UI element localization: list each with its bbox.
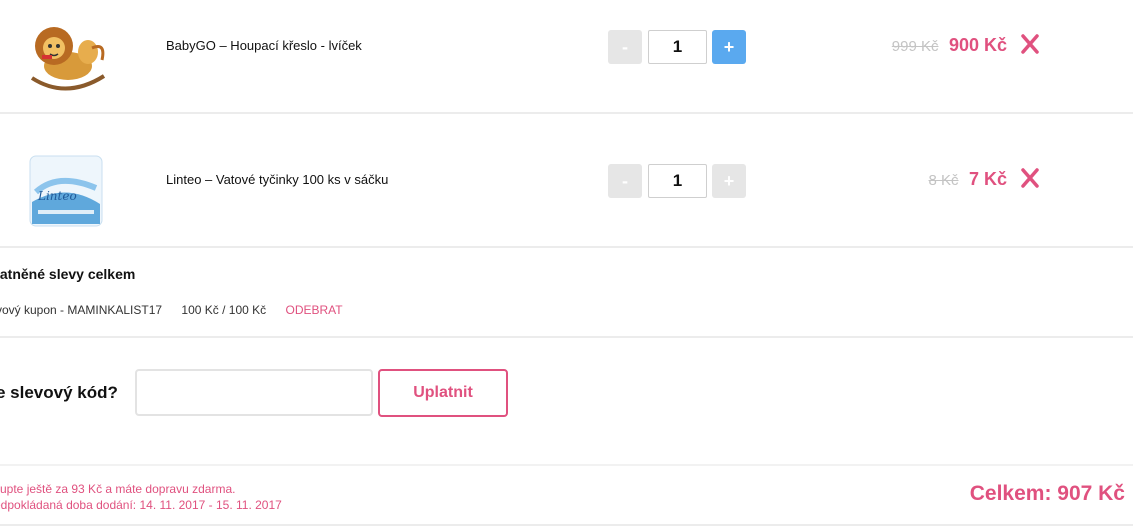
close-x-icon	[1021, 34, 1039, 54]
free-shipping-note: kupte ještě za 93 Kč a máte dopravu zdar…	[0, 482, 236, 496]
svg-text:Linteo: Linteo	[37, 189, 77, 203]
original-price: 999 Kč	[891, 38, 939, 55]
product-name[interactable]: Linteo – Vatové tyčinky 100 ks v sáčku	[166, 172, 388, 187]
discounts-title: latněné slevy celkem	[0, 266, 136, 282]
remove-item-button[interactable]	[1020, 32, 1040, 56]
quantity-input[interactable]	[648, 30, 707, 64]
close-x-icon	[1021, 168, 1039, 188]
quantity-stepper: - +	[608, 30, 748, 64]
coupon-form: e slevový kód? Uplatnit	[0, 338, 1133, 466]
coupon-label: vový kupon - MAMINKALIST17	[0, 303, 163, 317]
remove-item-button[interactable]	[1020, 166, 1040, 190]
applied-discounts-section: latněné slevy celkem vový kupon - MAMINK…	[0, 248, 1133, 338]
apply-coupon-button[interactable]: Uplatnit	[378, 369, 508, 417]
decrease-quantity-button[interactable]: -	[608, 164, 642, 198]
decrease-quantity-button[interactable]: -	[608, 30, 642, 64]
cart-item-row: BabyGO – Houpací křeslo - lvíček - + 999…	[0, 0, 1133, 114]
coupon-code-input[interactable]	[135, 369, 373, 416]
cart-item-row: Linteo Linteo – Vatové tyčinky 100 ks v …	[0, 114, 1133, 248]
increase-quantity-button[interactable]: +	[712, 164, 746, 198]
product-name[interactable]: BabyGO – Houpací křeslo - lvíček	[166, 38, 362, 53]
item-price: 8 Kč 7 Kč	[929, 169, 1008, 190]
item-price: 999 Kč 900 Kč	[892, 35, 1007, 56]
discounted-price: 7 Kč	[968, 169, 1007, 189]
coupon-amount: 100 Kč / 100 Kč	[181, 303, 267, 317]
remove-coupon-link[interactable]: ODEBRAT	[285, 303, 342, 317]
increase-quantity-button[interactable]: +	[712, 30, 746, 64]
applied-coupon-line: vový kupon - MAMINKALIST17 100 Kč / 100 …	[0, 303, 343, 317]
rocking-lion-toy-image[interactable]	[18, 8, 114, 104]
cart-total: Celkem: 907 Kč	[969, 482, 1125, 505]
discounted-price: 900 Kč	[948, 35, 1007, 55]
quantity-stepper: - +	[608, 164, 748, 198]
coupon-question: e slevový kód?	[0, 383, 118, 402]
cart-summary: kupte ještě za 93 Kč a máte dopravu zdar…	[0, 466, 1133, 526]
cotton-swabs-bag-image[interactable]: Linteo	[18, 142, 114, 238]
quantity-input[interactable]	[648, 164, 707, 198]
delivery-estimate: edpokládaná doba dodání: 14. 11. 2017 - …	[0, 498, 282, 512]
original-price: 8 Kč	[928, 172, 959, 189]
